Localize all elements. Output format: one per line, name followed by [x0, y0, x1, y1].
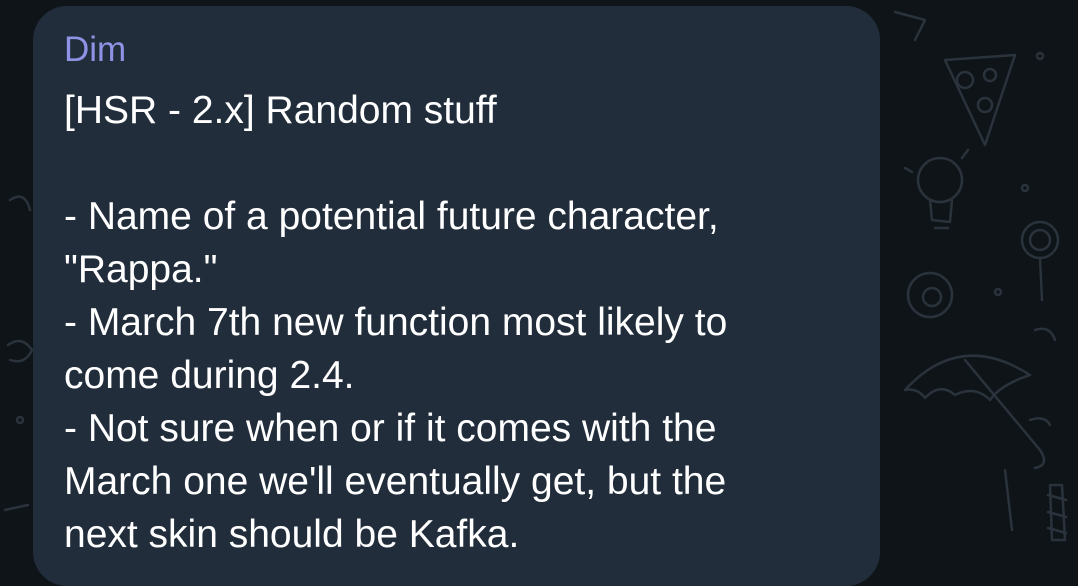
lightbulb-icon	[903, 148, 970, 230]
lollipop-icon	[1020, 220, 1060, 302]
message-line: [HSR - 2.x] Random stuff	[64, 89, 497, 132]
message-line: - Not sure when or if it comes with the	[64, 407, 717, 450]
billiard-ball-icon	[906, 271, 954, 319]
message-text: [HSR - 2.x] Random stuff - Name of a pot…	[64, 84, 864, 561]
umbrella-icon	[903, 354, 1046, 470]
pizza-icon	[943, 53, 1017, 147]
message-line: March one we'll eventually get, but the	[64, 460, 727, 503]
message-line: come during 2.4.	[64, 354, 355, 397]
message-line: - Name of a potential future character,	[64, 195, 719, 238]
message-line: - March 7th new function most likely to	[64, 301, 728, 344]
message-line: next skin should be Kafka.	[64, 513, 520, 556]
candy-icon	[1046, 483, 1068, 542]
sender-name[interactable]: Dim	[64, 28, 126, 72]
message-line	[64, 137, 864, 190]
message-line: "Rappa."	[64, 248, 218, 291]
